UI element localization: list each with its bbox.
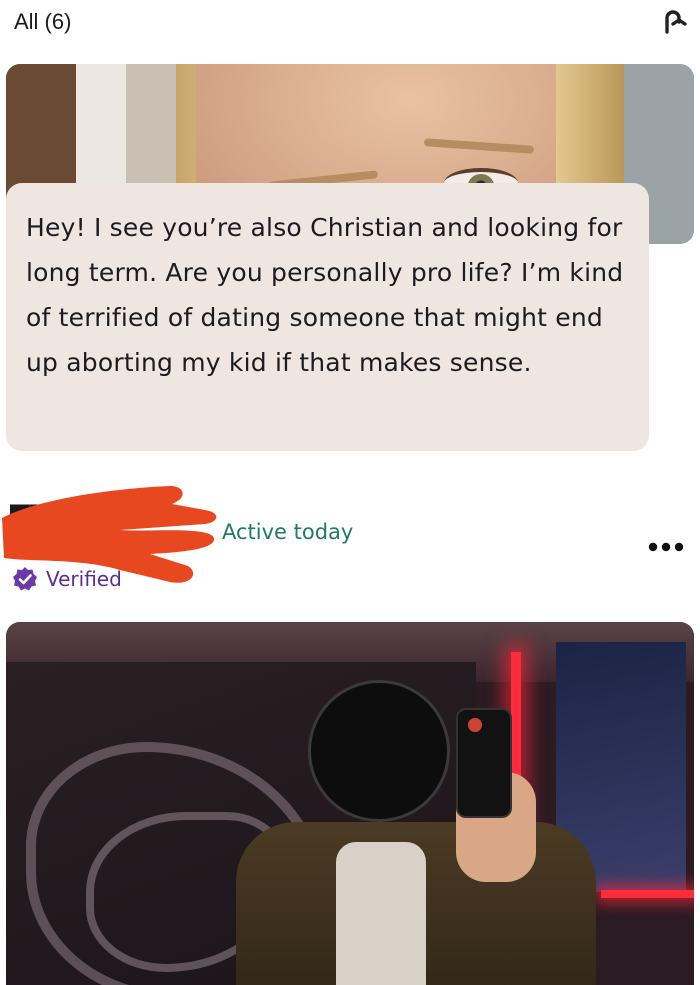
profile-photo[interactable] — [6, 622, 694, 985]
verified-badge-icon — [13, 567, 37, 591]
top-bar: All (6) — [0, 0, 700, 50]
undo-arrow-icon[interactable] — [658, 6, 688, 38]
photo-phone — [456, 708, 512, 818]
comment-text: Hey! I see you’re also Christian and loo… — [26, 213, 624, 377]
active-status: Active today — [222, 520, 354, 544]
more-dots-icon[interactable] — [646, 540, 686, 554]
verified-label: Verified — [46, 567, 122, 591]
phone-camera — [468, 718, 482, 732]
photo-shirt — [336, 842, 426, 985]
verified-badge: Verified — [12, 565, 122, 593]
photo-led-strip-bottom — [601, 890, 694, 898]
filter-label[interactable]: All (6) — [14, 9, 71, 35]
comment-bubble: Hey! I see you’re also Christian and loo… — [6, 183, 649, 451]
face-redaction-circle — [308, 680, 450, 822]
